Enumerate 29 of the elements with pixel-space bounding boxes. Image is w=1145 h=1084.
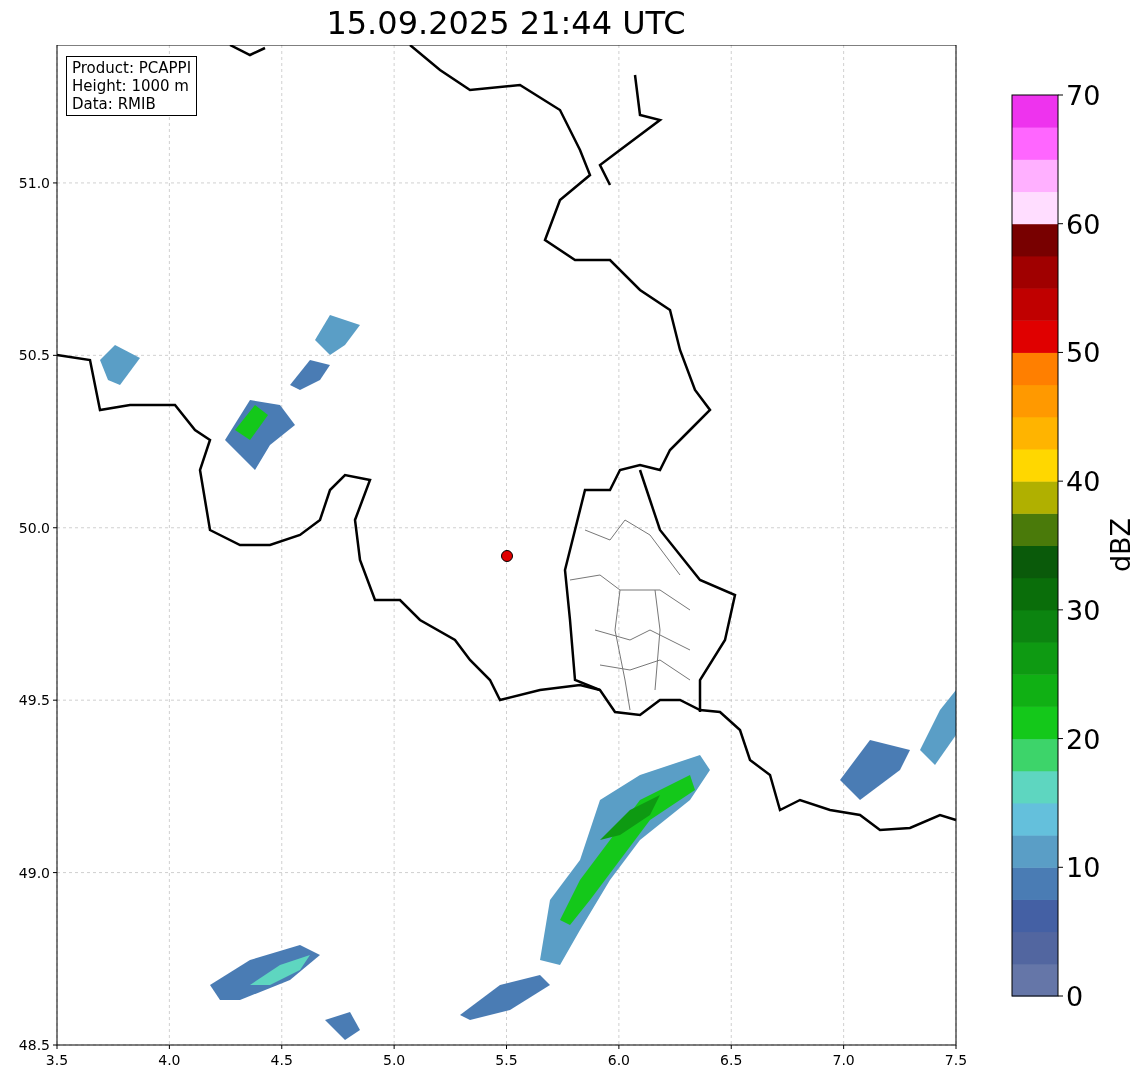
colorbar-tick-label: 50: [1066, 337, 1101, 369]
x-axis-label: 7.0: [832, 1052, 855, 1068]
colorbar-label: dBZ: [1105, 517, 1136, 573]
colorbar-tick-label: 30: [1066, 594, 1101, 626]
y-axis-label: 48.5: [18, 1037, 50, 1053]
y-axis-label: 50.0: [18, 519, 50, 536]
info-line: Height: 1000 m: [72, 77, 190, 95]
colorbar-tick-label: 0: [1066, 981, 1084, 1012]
x-axis-label: 6.5: [720, 1052, 743, 1068]
x-axis-label: 4.5: [270, 1052, 293, 1068]
colorbar-tick-label: 70: [1066, 80, 1101, 111]
colorbar-tick-label: 20: [1066, 723, 1101, 755]
info-line: Product: PCAPPI: [72, 59, 192, 77]
x-axis-label: 6.0: [607, 1052, 630, 1068]
chart-title: 15.09.2025 21:44 UTC: [326, 6, 686, 39]
radar-site-marker: [501, 550, 513, 562]
y-axis-label: 51.0: [18, 174, 50, 191]
x-axis-label: 5.5: [495, 1052, 518, 1068]
info-line: Data: RMIB: [72, 95, 157, 113]
colorbar-tick-label: 10: [1066, 852, 1101, 884]
colorbar-tick-label: 40: [1066, 466, 1101, 498]
x-axis-label: 7.5: [944, 1052, 968, 1068]
x-axis-label: 3.5: [45, 1052, 69, 1068]
colorbar-tick-label: 60: [1066, 208, 1101, 240]
y-axis-label: 49.0: [18, 864, 50, 881]
x-axis-label: 4.0: [158, 1052, 181, 1068]
x-axis-label: 5.0: [383, 1052, 406, 1068]
y-axis-label: 49.5: [18, 692, 50, 709]
y-axis-label: 50.5: [18, 347, 50, 364]
